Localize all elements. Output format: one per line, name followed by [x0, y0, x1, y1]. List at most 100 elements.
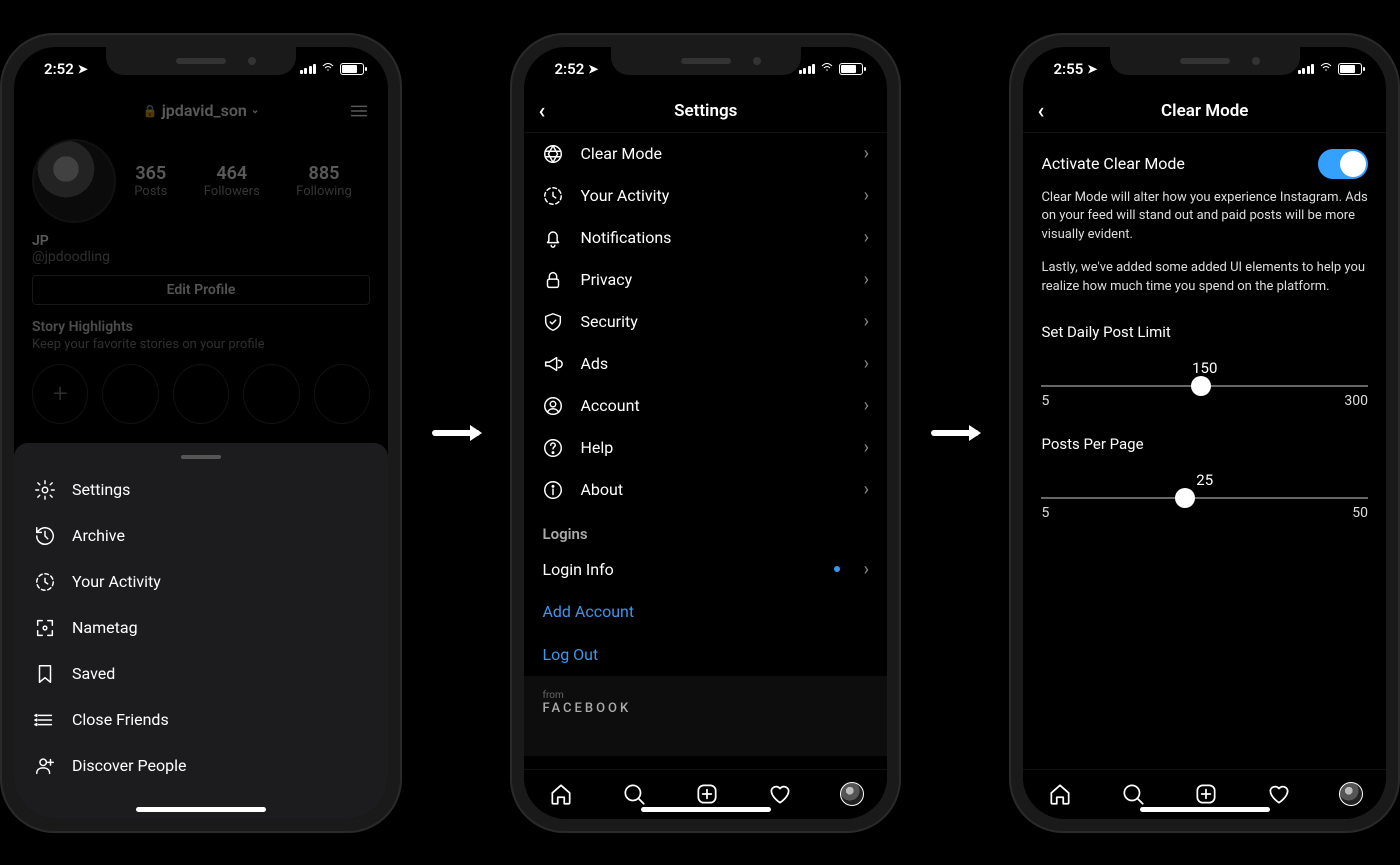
- settings-item-activity[interactable]: Your Activity ›: [524, 175, 887, 217]
- edit-profile-button[interactable]: Edit Profile: [32, 275, 370, 305]
- home-indicator[interactable]: [641, 807, 771, 812]
- hamburger-icon[interactable]: [348, 100, 370, 122]
- battery-icon: [1338, 63, 1362, 75]
- highlights-title: Story Highlights: [32, 319, 370, 335]
- flow-arrow: [432, 430, 480, 436]
- stat-followers[interactable]: 464 Followers: [204, 163, 260, 199]
- sheet-item-close-friends[interactable]: Close Friends: [14, 697, 388, 743]
- back-button[interactable]: ‹: [538, 99, 545, 124]
- settings-item-security[interactable]: Security ›: [524, 301, 887, 343]
- tab-activity[interactable]: [1266, 781, 1292, 807]
- settings-item-help[interactable]: Help ›: [524, 427, 887, 469]
- highlights-subtitle: Keep your favorite stories on your profi…: [32, 337, 370, 352]
- status-time: 2:52: [554, 60, 584, 78]
- daily-limit-slider[interactable]: [1041, 385, 1368, 387]
- cellular-icon: [1298, 63, 1315, 74]
- profile-avatar[interactable]: [32, 139, 116, 223]
- cellular-icon: [300, 63, 317, 74]
- settings-item-account[interactable]: Account ›: [524, 385, 887, 427]
- sheet-grabber[interactable]: [181, 455, 221, 459]
- activate-toggle[interactable]: [1318, 149, 1368, 179]
- help-icon: [542, 437, 564, 459]
- status-time: 2:55: [1053, 60, 1083, 78]
- ppp-value: 25: [1041, 471, 1368, 489]
- activate-label: Activate Clear Mode: [1041, 154, 1184, 173]
- stat-posts[interactable]: 365 Posts: [134, 163, 167, 199]
- daily-limit-label: Set Daily Post Limit: [1041, 323, 1368, 341]
- settings-item-notifications[interactable]: Notifications ›: [524, 217, 887, 259]
- home-indicator[interactable]: [1140, 807, 1270, 812]
- add-account-link[interactable]: Add Account: [524, 590, 887, 633]
- location-icon: ➤: [588, 62, 598, 76]
- ppp-slider[interactable]: [1041, 497, 1368, 499]
- status-time: 2:52: [44, 60, 74, 78]
- notch: [106, 47, 296, 75]
- notification-dot: [834, 566, 840, 572]
- phone-profile: 2:52➤ 🔒 jpdavid_son ⌄: [0, 33, 402, 833]
- nametag-icon: [34, 617, 56, 639]
- tab-home[interactable]: [548, 781, 574, 807]
- tab-profile[interactable]: [1339, 782, 1363, 806]
- chevron-right-icon: ›: [864, 269, 869, 290]
- slider-thumb[interactable]: [1191, 376, 1211, 396]
- tab-activity[interactable]: [767, 781, 793, 807]
- notch: [1110, 47, 1300, 75]
- settings-item-ads[interactable]: Ads ›: [524, 343, 887, 385]
- highlight-placeholder: [102, 364, 158, 424]
- row-label: Clear Mode: [580, 144, 661, 163]
- sheet-item-nametag[interactable]: Nametag: [14, 605, 388, 651]
- ppp-max: 50: [1352, 505, 1368, 521]
- back-button[interactable]: ‹: [1037, 99, 1044, 124]
- sheet-item-discover[interactable]: Discover People: [14, 743, 388, 789]
- sheet-item-settings[interactable]: Settings: [14, 467, 388, 513]
- tab-search[interactable]: [1120, 781, 1146, 807]
- chevron-right-icon: ›: [864, 437, 869, 458]
- tab-profile[interactable]: [840, 782, 864, 806]
- settings-item-privacy[interactable]: Privacy ›: [524, 259, 887, 301]
- shield-icon: [542, 311, 564, 333]
- lock-icon: 🔒: [143, 104, 158, 118]
- settings-item-login-info[interactable]: Login Info ›: [524, 549, 887, 590]
- flow-arrow: [931, 430, 979, 436]
- row-label: Help: [580, 438, 613, 457]
- home-indicator[interactable]: [136, 807, 266, 812]
- discover-people-icon: [34, 755, 56, 777]
- daily-limit-max: 300: [1344, 393, 1368, 409]
- wifi-icon: [320, 60, 336, 78]
- settings-item-clear-mode[interactable]: Clear Mode ›: [524, 133, 887, 175]
- clear-mode-description-1: Clear Mode will alter how you experience…: [1041, 189, 1368, 246]
- chevron-right-icon: ›: [864, 395, 869, 416]
- sheet-item-activity[interactable]: Your Activity: [14, 559, 388, 605]
- row-label: Privacy: [580, 270, 632, 289]
- ppp-label: Posts Per Page: [1041, 435, 1368, 453]
- clear-mode-description-2: Lastly, we've added some added UI elemen…: [1041, 259, 1368, 297]
- sheet-label: Discover People: [72, 756, 187, 775]
- wifi-icon: [819, 60, 835, 78]
- sheet-item-saved[interactable]: Saved: [14, 651, 388, 697]
- tab-search[interactable]: [621, 781, 647, 807]
- location-icon: ➤: [1087, 62, 1097, 76]
- sheet-label: Saved: [72, 664, 115, 683]
- chevron-down-icon[interactable]: ⌄: [251, 105, 259, 116]
- megaphone-icon: [542, 353, 564, 375]
- chevron-right-icon: ›: [864, 311, 869, 332]
- stat-following[interactable]: 885 Following: [296, 163, 352, 199]
- tab-add-post[interactable]: [694, 781, 720, 807]
- sheet-item-archive[interactable]: Archive: [14, 513, 388, 559]
- gear-icon: [34, 479, 56, 501]
- log-out-link[interactable]: Log Out: [524, 633, 887, 676]
- profile-username[interactable]: jpdavid_son: [162, 101, 247, 120]
- info-icon: [542, 479, 564, 501]
- tab-home[interactable]: [1047, 781, 1073, 807]
- lock-icon: [542, 269, 564, 291]
- chevron-right-icon: ›: [864, 353, 869, 374]
- row-label: Account: [580, 396, 639, 415]
- row-label: Login Info: [542, 560, 613, 579]
- highlight-placeholder: [314, 364, 370, 424]
- sheet-label: Nametag: [72, 618, 138, 637]
- wifi-icon: [1318, 60, 1334, 78]
- tab-add-post[interactable]: [1193, 781, 1219, 807]
- slider-thumb[interactable]: [1175, 488, 1195, 508]
- settings-item-about[interactable]: About ›: [524, 469, 887, 511]
- add-highlight-button[interactable]: +: [32, 364, 88, 424]
